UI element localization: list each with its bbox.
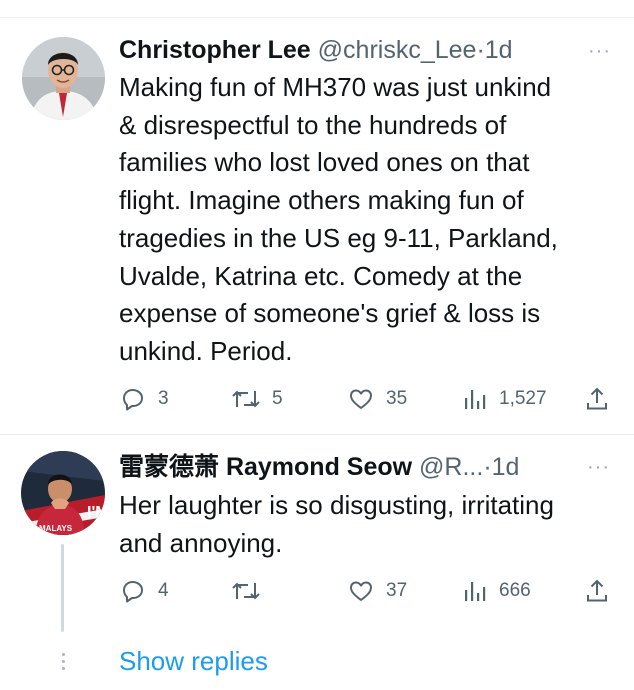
- tweet-text-line: flight. Imagine others making fun of: [119, 185, 524, 216]
- retweet-icon: [232, 390, 260, 408]
- reply-button[interactable]: 4: [119, 576, 169, 606]
- tweet-text-line: and annoying.: [119, 527, 283, 558]
- retweet-button[interactable]: [231, 576, 272, 606]
- timestamp[interactable]: 1d: [485, 36, 513, 64]
- like-count: 37: [386, 580, 408, 601]
- tweet-text-line: Uvalde, Katrina etc. Comedy at the: [119, 260, 523, 291]
- avatar[interactable]: I'M MALAYS: [21, 451, 105, 535]
- tweet-text: Her laughter is so disgusting, irritatin…: [119, 487, 554, 562]
- tweet-text-line: & disrespectful to the hundreds of: [119, 109, 507, 140]
- reply-count: 4: [158, 580, 169, 601]
- avatar[interactable]: [22, 37, 105, 120]
- tweet-text-line: unkind. Period.: [119, 335, 293, 366]
- top-divider: [0, 17, 634, 18]
- tweet-text-line: Making fun of MH370 was just unkind: [119, 72, 552, 102]
- views-chart-icon: [465, 390, 486, 409]
- separator-dot: ·: [483, 453, 492, 481]
- reply-icon: [123, 581, 143, 603]
- share-icon: [587, 579, 607, 602]
- thread-more-dots-icon: [60, 653, 66, 674]
- share-icon: [587, 387, 607, 410]
- heart-icon: [350, 389, 372, 409]
- share-button[interactable]: [584, 576, 610, 606]
- views-count: 1,527: [499, 388, 547, 409]
- avatar-overlay-small-text: MALAYS: [39, 524, 73, 533]
- tweet-text-line: tragedies in the US eg 9-11, Parkland,: [119, 222, 558, 253]
- views-button[interactable]: 666: [462, 576, 531, 606]
- retweet-button[interactable]: 5: [231, 384, 283, 414]
- author-name[interactable]: Christopher Lee: [119, 36, 311, 64]
- retweet-count: 5: [272, 388, 283, 409]
- tweet-actions: 4 37 666: [0, 576, 634, 606]
- views-chart-icon: [465, 582, 486, 601]
- author-handle[interactable]: @R...: [419, 453, 483, 481]
- share-button[interactable]: [584, 384, 610, 414]
- profile-photo-icon: [22, 37, 105, 120]
- separator-dot: ·: [476, 36, 485, 64]
- author-handle[interactable]: @chriskc_Lee: [318, 36, 477, 64]
- tweet-header: Christopher Lee @chriskc_Lee·1d: [119, 35, 513, 65]
- tweet-divider: [0, 434, 634, 435]
- tweet-text-line: expense of someone's grief & loss is: [119, 298, 541, 329]
- like-button[interactable]: 37: [347, 576, 407, 606]
- timestamp[interactable]: 1d: [492, 453, 520, 481]
- tweet-header: 雷蒙德萧 Raymond Seow @R...·1d: [119, 452, 519, 482]
- reply-count: 3: [158, 388, 169, 409]
- like-count: 35: [386, 388, 408, 409]
- reply-button[interactable]: 3: [119, 384, 169, 414]
- more-options-icon[interactable]: ···: [588, 40, 611, 63]
- like-button[interactable]: 35: [347, 384, 407, 414]
- show-replies-link[interactable]: Show replies: [119, 646, 268, 677]
- tweet-text-line: families who lost loved ones on that: [119, 147, 530, 178]
- reply-icon: [123, 389, 143, 411]
- views-count: 666: [499, 580, 531, 601]
- more-options-icon[interactable]: ···: [587, 456, 610, 479]
- avatar-overlay-text: I'M: [87, 504, 105, 521]
- retweet-icon: [232, 582, 260, 600]
- tweet-actions: 3 5 35 1,527: [0, 384, 634, 414]
- tweet-text: Making fun of MH370 was just unkind & di…: [119, 69, 558, 371]
- tweet-text-line: Her laughter is so disgusting, irritatin…: [119, 490, 554, 520]
- heart-icon: [350, 581, 372, 601]
- profile-photo-icon: I'M MALAYS: [21, 451, 105, 535]
- author-name[interactable]: 雷蒙德萧 Raymond Seow: [119, 453, 412, 481]
- views-button[interactable]: 1,527: [462, 384, 547, 414]
